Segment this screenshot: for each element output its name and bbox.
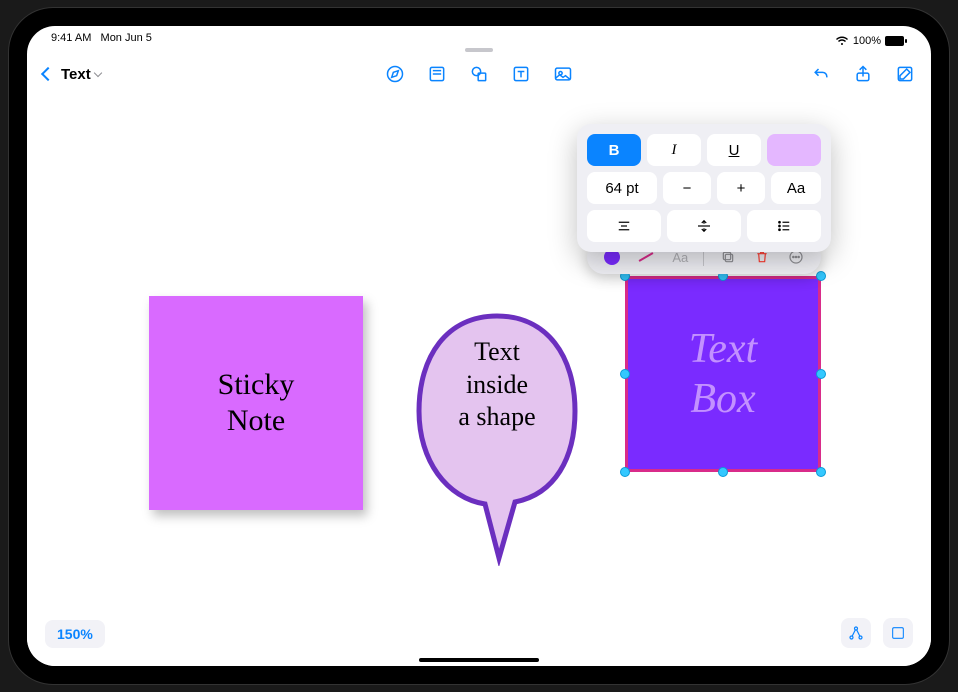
vertical-center-icon (695, 217, 713, 235)
shapes-tool-icon[interactable] (469, 64, 489, 84)
selection-handle[interactable] (816, 467, 826, 477)
back-button[interactable] (43, 69, 53, 79)
decrease-size-button[interactable]: − (663, 172, 711, 204)
sticky-note-text: Sticky Note (218, 367, 295, 439)
text-color-swatch[interactable] (767, 134, 821, 166)
text-tool-icon[interactable] (511, 64, 531, 84)
bold-button[interactable]: B (587, 134, 641, 166)
board-title-button[interactable]: Text (61, 66, 101, 83)
ipad-frame: 9:41 AM Mon Jun 5 100% Text (9, 8, 949, 684)
text-format-popover: B I U 64 pt − + Aa (577, 124, 831, 252)
text-box-text: Text Box (689, 324, 757, 425)
selection-handle[interactable] (718, 467, 728, 477)
home-indicator[interactable] (419, 658, 539, 662)
undo-icon[interactable] (811, 64, 831, 84)
canvas[interactable]: Sticky Note Text inside a shape Text Box (27, 96, 931, 666)
battery-icon (885, 36, 907, 46)
speech-bubble-shape[interactable]: Text inside a shape (407, 306, 587, 526)
list-style-button[interactable] (747, 210, 821, 242)
status-time: 9:41 AM (51, 32, 91, 44)
sticky-note[interactable]: Sticky Note (149, 296, 363, 510)
increase-size-button[interactable]: + (717, 172, 765, 204)
screen: 9:41 AM Mon Jun 5 100% Text (27, 26, 931, 666)
selection-handle[interactable] (620, 467, 630, 477)
align-center-icon (615, 217, 633, 235)
text-box[interactable]: Text Box (625, 276, 821, 472)
font-size-display[interactable]: 64 pt (587, 172, 657, 204)
multitask-handle[interactable] (465, 48, 493, 52)
navigator-button[interactable] (841, 618, 871, 648)
chevron-left-icon (41, 67, 55, 81)
compose-icon[interactable] (895, 64, 915, 84)
selection-handle[interactable] (620, 369, 630, 379)
sticky-tool-icon[interactable] (427, 64, 447, 84)
zoom-button[interactable]: 150% (45, 620, 105, 648)
chevron-down-icon (93, 69, 101, 77)
selection-handle[interactable] (816, 271, 826, 281)
status-left: 9:41 AM Mon Jun 5 (51, 32, 152, 50)
align-button[interactable] (587, 210, 661, 242)
wifi-icon (835, 36, 849, 46)
list-icon (775, 217, 793, 235)
media-tool-icon[interactable] (553, 64, 573, 84)
right-tools (811, 64, 915, 84)
text-box-selected[interactable]: Text Box (625, 276, 821, 472)
center-tools (385, 64, 573, 84)
pen-tool-icon[interactable] (385, 64, 405, 84)
minimap-button[interactable] (883, 618, 913, 648)
top-toolbar: Text (27, 56, 931, 92)
status-right: 100% (835, 32, 907, 50)
italic-button[interactable]: I (647, 134, 701, 166)
underline-button[interactable]: U (707, 134, 761, 166)
speech-bubble-text: Text inside a shape (422, 336, 572, 434)
text-options-button[interactable]: Aa (771, 172, 821, 204)
share-icon[interactable] (853, 64, 873, 84)
board-title-label: Text (61, 66, 91, 83)
bottom-right-tools (841, 618, 913, 648)
battery-percent: 100% (853, 35, 881, 47)
vertical-align-button[interactable] (667, 210, 741, 242)
square-icon (890, 625, 906, 641)
selection-handle[interactable] (816, 369, 826, 379)
stroke-line-icon (639, 252, 654, 262)
status-date: Mon Jun 5 (101, 32, 152, 44)
nodes-icon (847, 624, 865, 642)
